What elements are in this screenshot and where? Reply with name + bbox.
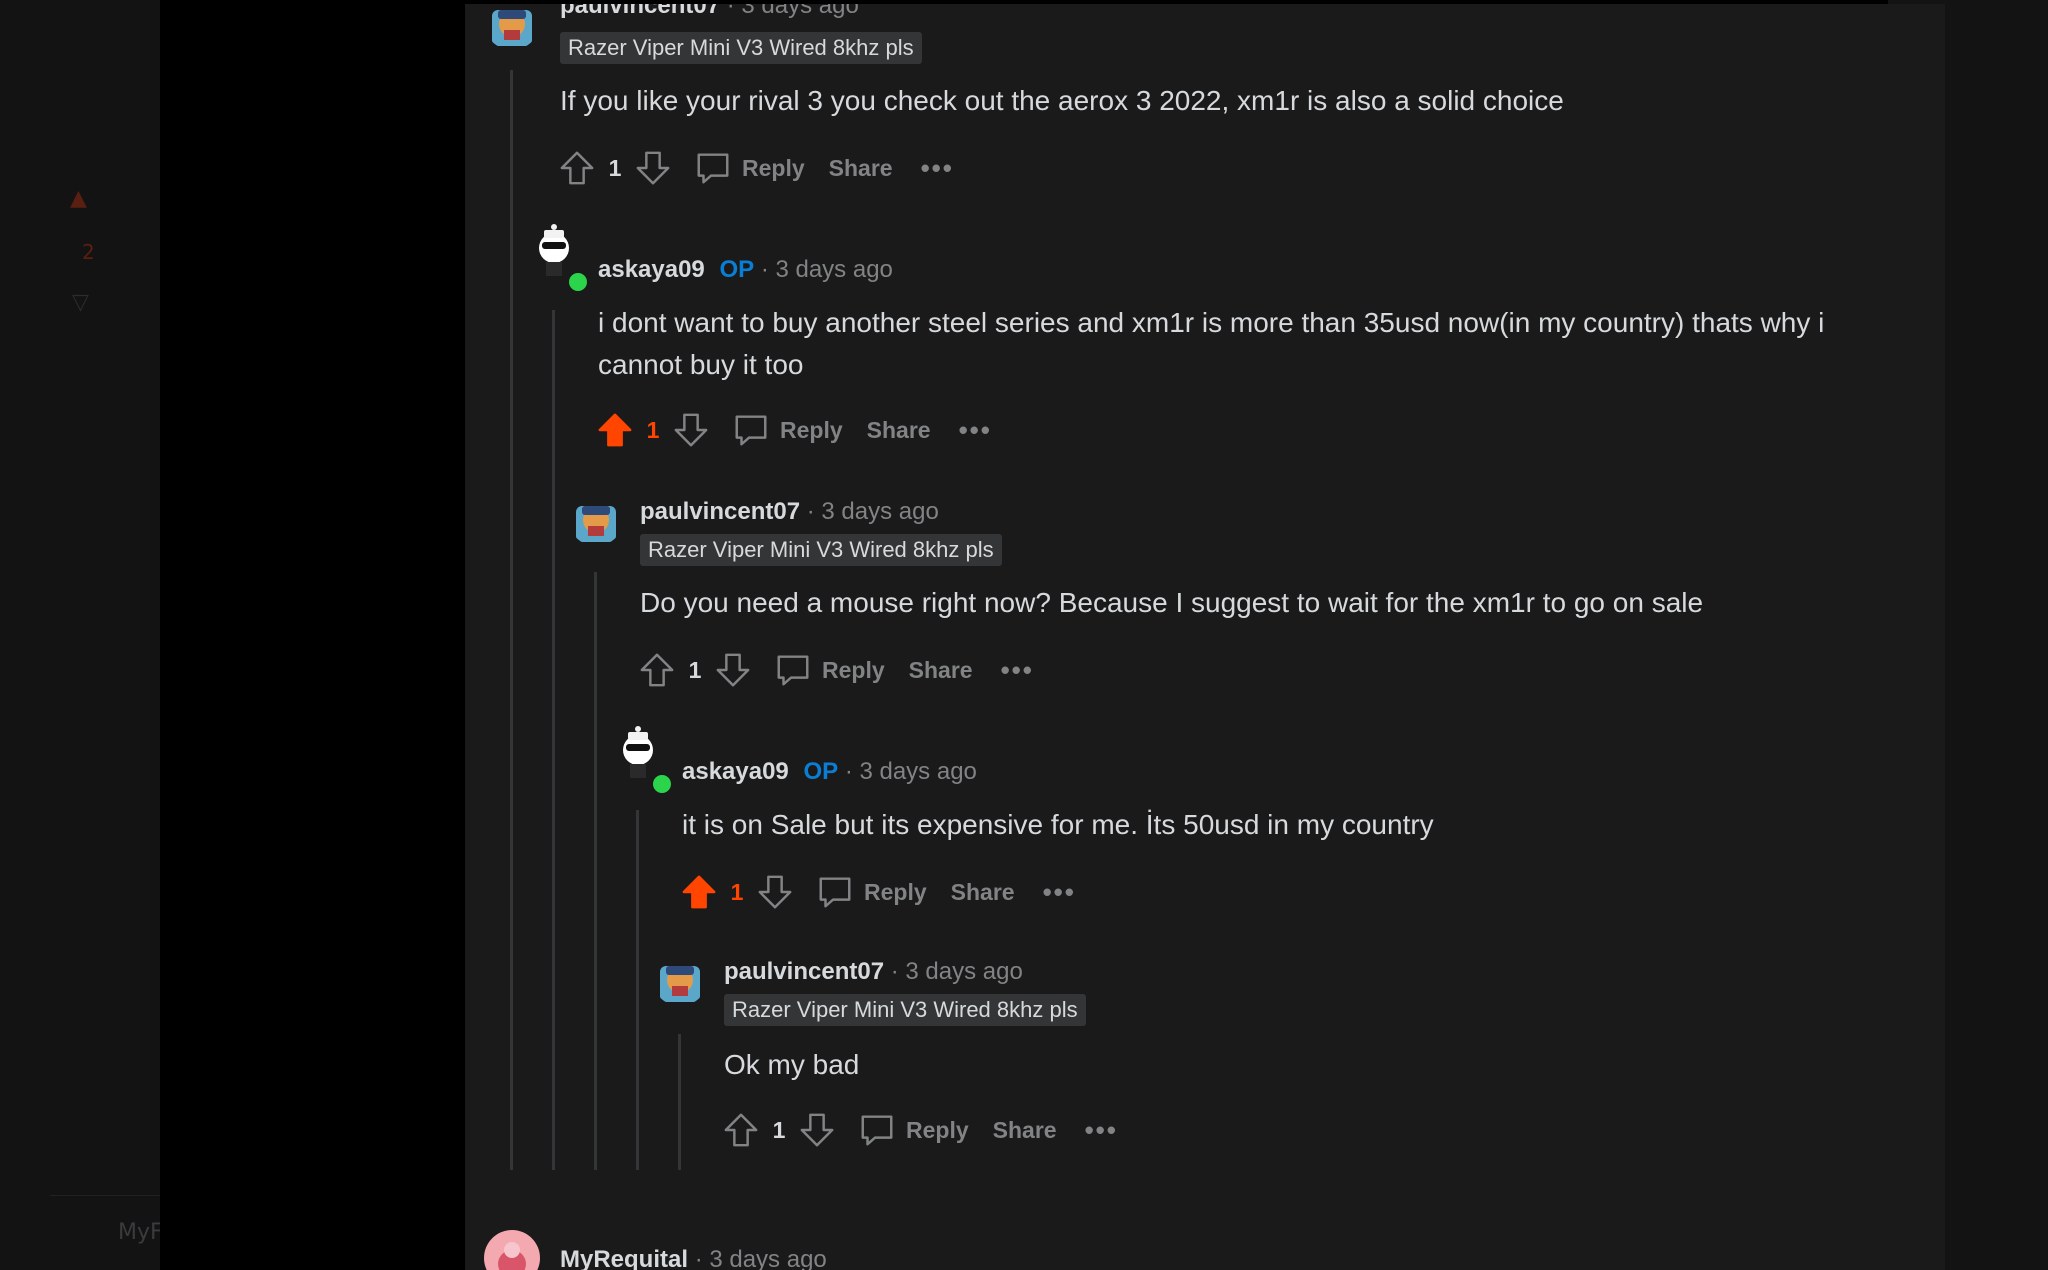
username[interactable]: paulvincent07 (640, 498, 800, 525)
avatar[interactable] (484, 1230, 540, 1270)
vote-score: 1 (772, 1116, 786, 1143)
more-options-icon[interactable]: ••• (1001, 655, 1034, 686)
share-button[interactable]: Share (867, 417, 931, 444)
timestamp[interactable]: · 3 days ago (845, 758, 977, 785)
comment-header: paulvincent07 · 3 days ago (724, 958, 1023, 986)
reply-button[interactable]: Reply (822, 657, 885, 684)
more-options-icon[interactable]: ••• (1085, 1115, 1118, 1146)
user-flair: Razer Viper Mini V3 Wired 8khz pls (640, 534, 1002, 566)
share-button[interactable]: Share (909, 657, 973, 684)
username[interactable]: askaya09 (682, 758, 789, 785)
post-modal-overlay: paulvincent07 · 3 days ago Razer Viper M… (160, 0, 1945, 1270)
timestamp[interactable]: · 3 days ago (761, 256, 893, 283)
reply-button[interactable]: Reply (906, 1117, 969, 1144)
user-flair: Razer Viper Mini V3 Wired 8khz pls (560, 32, 922, 64)
comment-actions: 1 Reply Share ••• (558, 146, 954, 190)
thread-line[interactable] (594, 572, 597, 1170)
thread-line[interactable] (510, 70, 513, 1170)
comments-panel: paulvincent07 · 3 days ago Razer Viper M… (465, 4, 1945, 1270)
comment-bubble-icon[interactable] (858, 1111, 896, 1149)
upvote-icon[interactable] (596, 411, 634, 449)
downvote-icon[interactable] (634, 149, 672, 187)
online-status-dot (566, 270, 590, 294)
username[interactable]: MyRequital (560, 1246, 688, 1270)
bg-downvote-icon: ▽ (72, 290, 89, 315)
share-button[interactable]: Share (951, 879, 1015, 906)
comment-actions: 1 Reply Share ••• (722, 1108, 1118, 1152)
downvote-icon[interactable] (798, 1111, 836, 1149)
op-badge: OP (719, 256, 755, 283)
comment-header: paulvincent07 · 3 days ago (560, 4, 859, 20)
vote-score: 1 (730, 878, 744, 905)
comment-actions: 1 Reply Share ••• (638, 648, 1034, 692)
thread-line[interactable] (552, 310, 555, 1170)
more-options-icon[interactable]: ••• (959, 415, 992, 446)
comment-bubble-icon[interactable] (694, 149, 732, 187)
bg-label: MyF (118, 1220, 160, 1245)
comment-header: askaya09 OP · 3 days ago (598, 256, 893, 284)
username[interactable]: askaya09 (598, 256, 705, 283)
downvote-icon[interactable] (756, 873, 794, 911)
username[interactable]: paulvincent07 (560, 4, 720, 19)
comment-header: askaya09 OP · 3 days ago (682, 758, 977, 786)
share-button[interactable]: Share (829, 155, 893, 182)
user-flair: Razer Viper Mini V3 Wired 8khz pls (724, 994, 1086, 1026)
vote-score: 1 (646, 416, 660, 443)
op-badge: OP (803, 758, 839, 785)
downvote-icon[interactable] (714, 651, 752, 689)
comment-header: paulvincent07 · 3 days ago (640, 498, 939, 526)
comment-body: it is on Sale but its expensive for me. … (682, 809, 1434, 840)
username[interactable]: paulvincent07 (724, 958, 884, 985)
online-status-dot (650, 772, 674, 796)
comment-actions: 1 Reply Share ••• (680, 870, 1076, 914)
upvote-icon[interactable] (558, 149, 596, 187)
bg-vote-count: 2 (82, 240, 95, 264)
bg-upvote-icon: ▲ (70, 186, 87, 211)
comment-bubble-icon[interactable] (732, 411, 770, 449)
avatar[interactable] (652, 950, 708, 1006)
reply-button[interactable]: Reply (742, 155, 805, 182)
vote-score: 1 (688, 656, 702, 683)
timestamp[interactable]: · 3 days ago (807, 498, 939, 525)
timestamp[interactable]: · 3 days ago (695, 1246, 827, 1270)
comment-body: If you like your rival 3 you check out t… (560, 85, 1564, 116)
upvote-icon[interactable] (680, 873, 718, 911)
upvote-icon[interactable] (638, 651, 676, 689)
avatar[interactable] (484, 4, 540, 50)
background-page-left: ▲ 2 ▽ MyF (0, 0, 160, 1270)
avatar[interactable] (568, 490, 624, 546)
comment-body: Do you need a mouse right now? Because I… (640, 587, 1704, 618)
reply-button[interactable]: Reply (864, 879, 927, 906)
vote-score: 1 (608, 154, 622, 181)
timestamp[interactable]: · 3 days ago (891, 958, 1023, 985)
comment-body: i dont want to buy another steel series … (598, 307, 1825, 380)
comment-header: MyRequital · 3 days ago (560, 1246, 827, 1270)
more-options-icon[interactable]: ••• (921, 153, 954, 184)
bg-divider (50, 1195, 160, 1196)
more-options-icon[interactable]: ••• (1043, 877, 1076, 908)
downvote-icon[interactable] (672, 411, 710, 449)
timestamp[interactable]: · 3 days ago (727, 4, 859, 19)
thread-line[interactable] (678, 1034, 681, 1170)
share-button[interactable]: Share (993, 1117, 1057, 1144)
comment-actions: 1 Reply Share ••• (596, 408, 992, 452)
comment-bubble-icon[interactable] (774, 651, 812, 689)
comment-bubble-icon[interactable] (816, 873, 854, 911)
upvote-icon[interactable] (722, 1111, 760, 1149)
thread-line[interactable] (636, 810, 639, 1170)
reply-button[interactable]: Reply (780, 417, 843, 444)
comment-body: Ok my bad (724, 1049, 860, 1080)
